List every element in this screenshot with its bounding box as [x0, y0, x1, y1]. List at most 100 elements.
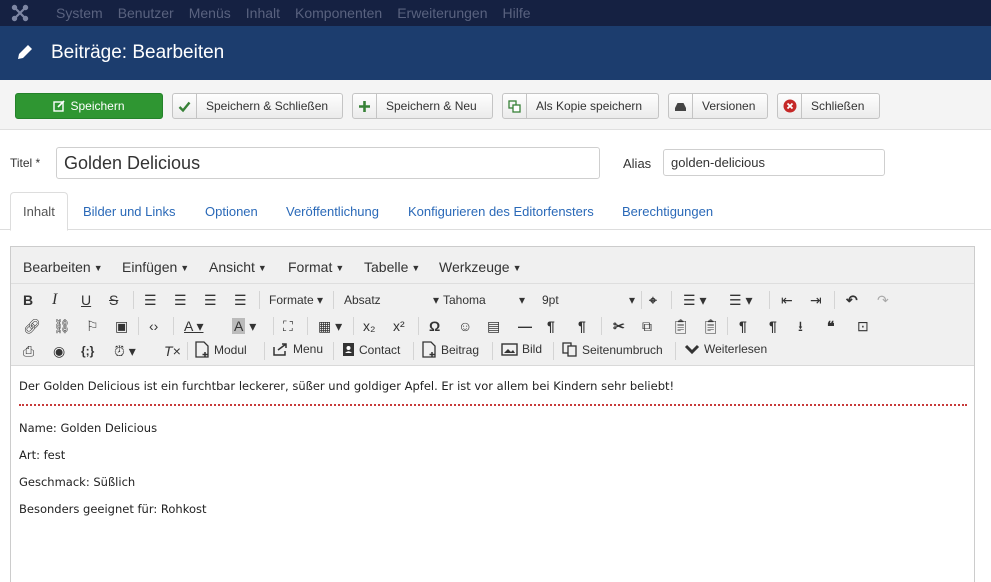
- subscript-icon[interactable]: x₂: [363, 318, 375, 334]
- save-new-button[interactable]: Speichern & Neu: [352, 93, 493, 119]
- align-right-icon[interactable]: ☰: [204, 292, 217, 308]
- media-icon[interactable]: ▤: [487, 318, 500, 334]
- picture-icon: [501, 342, 518, 356]
- insert-contact-button[interactable]: Contact: [342, 342, 400, 357]
- rtl-icon[interactable]: ¶: [578, 318, 586, 334]
- template-icon[interactable]: ⊡: [857, 318, 869, 334]
- undo-icon[interactable]: ↶: [846, 292, 858, 308]
- rich-text-editor: Bearbeiten ▼ Einfügen ▼ Ansicht ▼ Format ▼ T…: [10, 246, 975, 582]
- archive-icon: [669, 94, 693, 118]
- horizontal-rule-icon[interactable]: —: [518, 318, 532, 334]
- editor-menu-tabelle[interactable]: Tabelle ▼: [364, 259, 420, 275]
- print-icon[interactable]: ⎙: [23, 343, 34, 359]
- menu-komponenten[interactable]: Komponenten: [295, 5, 382, 21]
- readmore-separator: [19, 404, 967, 406]
- align-left-icon[interactable]: ☰: [144, 292, 157, 308]
- insert-article-button[interactable]: Beitrag: [422, 341, 479, 358]
- editor-menu-ansicht[interactable]: Ansicht ▼: [209, 259, 267, 275]
- tab-inhalt[interactable]: Inhalt: [10, 192, 68, 231]
- editor-menu-format[interactable]: Format ▼: [288, 259, 344, 275]
- alias-input[interactable]: [663, 149, 885, 176]
- tab-bar: Inhalt Bilder und Links Optionen Veröffe…: [0, 192, 991, 231]
- editor-menu-werkzeuge[interactable]: Werkzeuge ▼: [439, 259, 521, 275]
- strikethrough-icon[interactable]: S: [109, 292, 118, 308]
- redo-icon[interactable]: ↷: [877, 292, 889, 308]
- upload-icon[interactable]: ⭳: [798, 318, 803, 334]
- preview-icon[interactable]: ◉: [53, 343, 65, 359]
- text-color-icon[interactable]: A ▾: [184, 318, 203, 334]
- font-size-select[interactable]: 9pt ▾: [542, 293, 635, 307]
- block-format-select[interactable]: Absatz ▾: [344, 293, 439, 307]
- fullscreen-icon[interactable]: ⛶: [283, 318, 293, 334]
- top-menu-bar: System Benutzer Menüs Inhalt Komponenten…: [0, 0, 991, 26]
- edit-icon: [53, 100, 66, 112]
- menu-menus[interactable]: Menüs: [189, 5, 231, 21]
- image-icon[interactable]: ▣: [115, 318, 128, 334]
- insert-module-button[interactable]: Modul: [195, 341, 247, 358]
- find-replace-icon[interactable]: ⌖: [649, 292, 657, 308]
- code-icon[interactable]: ‹›: [149, 318, 158, 334]
- emoticon-icon[interactable]: ☺: [458, 318, 472, 334]
- close-button[interactable]: Schließen: [777, 93, 880, 119]
- align-center-icon[interactable]: ☰: [174, 292, 187, 308]
- versions-label: Versionen: [702, 99, 756, 113]
- editor-menu-einfuegen[interactable]: Einfügen ▼: [122, 259, 189, 275]
- background-color-icon[interactable]: A ▾: [232, 318, 256, 334]
- italic-icon[interactable]: I: [52, 292, 57, 308]
- bullet-list-icon[interactable]: ☰ ▾: [683, 292, 706, 308]
- align-justify-icon[interactable]: ☰: [234, 292, 247, 308]
- anchor-icon[interactable]: ⚐: [86, 318, 99, 334]
- versions-button[interactable]: Versionen: [668, 93, 768, 119]
- outdent-icon[interactable]: ⇤: [781, 292, 793, 308]
- joomla-logo-icon[interactable]: [11, 4, 29, 22]
- insert-pagebreak-button[interactable]: Seitenumbruch: [562, 342, 663, 357]
- file-add-icon: [195, 341, 209, 358]
- copy-icon[interactable]: ⧉: [642, 318, 652, 334]
- table-icon[interactable]: ▦ ▾: [318, 318, 342, 334]
- insert-menu-button[interactable]: Menu: [273, 342, 323, 356]
- menu-erweiterungen[interactable]: Erweiterungen: [397, 5, 487, 21]
- tab-optionen[interactable]: Optionen: [205, 204, 258, 219]
- title-bar: Beiträge: Bearbeiten: [0, 26, 991, 80]
- blockquote-icon[interactable]: ❝: [827, 318, 835, 334]
- time-icon[interactable]: ⏰︎ ▾: [114, 343, 136, 359]
- save-close-button[interactable]: Speichern & Schließen: [172, 93, 343, 119]
- save-copy-button[interactable]: Als Kopie speichern: [502, 93, 659, 119]
- link-icon[interactable]: 🔗︎: [23, 318, 41, 334]
- menu-benutzer[interactable]: Benutzer: [118, 5, 174, 21]
- font-family-select[interactable]: Tahoma ▾: [443, 293, 525, 307]
- menu-inhalt[interactable]: Inhalt: [246, 5, 280, 21]
- indent-icon[interactable]: ⇥: [810, 292, 822, 308]
- editor-menu-bearbeiten[interactable]: Bearbeiten ▼: [23, 259, 103, 275]
- tab-berechtigungen[interactable]: Berechtigungen: [622, 204, 713, 219]
- insert-readmore-button[interactable]: Weiterlesen: [684, 342, 767, 356]
- cut-icon[interactable]: ✂: [613, 318, 625, 334]
- save-close-label: Speichern & Schließen: [206, 99, 329, 113]
- intro-paragraph: Der Golden Delicious ist ein furchtbar l…: [19, 379, 675, 393]
- title-input[interactable]: [56, 147, 600, 179]
- bold-icon[interactable]: B: [23, 292, 33, 308]
- formats-dropdown[interactable]: Formate ▾: [269, 293, 323, 307]
- underline-icon[interactable]: U: [81, 292, 91, 308]
- paste-text-icon[interactable]: 📋︎: [702, 318, 720, 334]
- visual-blocks-icon[interactable]: ¶: [739, 318, 747, 334]
- action-toolbar: Speichern Speichern & Schließen Speicher…: [0, 80, 991, 130]
- clear-formatting-icon[interactable]: T×: [164, 343, 181, 359]
- save-button[interactable]: Speichern: [15, 93, 163, 119]
- special-char-icon[interactable]: Ω: [429, 318, 440, 334]
- numbered-list-icon[interactable]: ☰ ▾: [729, 292, 752, 308]
- paste-icon[interactable]: 📋︎: [672, 318, 690, 334]
- visual-chars-icon[interactable]: ¶: [769, 318, 777, 334]
- unlink-icon[interactable]: ⛓︎: [53, 318, 71, 334]
- code-sample-icon[interactable]: {;}: [81, 343, 94, 359]
- copy-icon: [503, 94, 527, 118]
- tab-editor-config[interactable]: Konfigurieren des Editorfensters: [408, 204, 594, 219]
- tab-veroeffentlichung[interactable]: Veröffentlichung: [286, 204, 379, 219]
- menu-system[interactable]: System: [56, 5, 103, 21]
- insert-image-button[interactable]: Bild: [501, 342, 542, 356]
- ltr-icon[interactable]: ¶: [547, 318, 555, 334]
- tab-bilder-und-links[interactable]: Bilder und Links: [83, 204, 176, 219]
- superscript-icon[interactable]: x²: [393, 318, 405, 334]
- editor-content-area[interactable]: Der Golden Delicious ist ein furchtbar l…: [11, 366, 974, 582]
- menu-hilfe[interactable]: Hilfe: [502, 5, 530, 21]
